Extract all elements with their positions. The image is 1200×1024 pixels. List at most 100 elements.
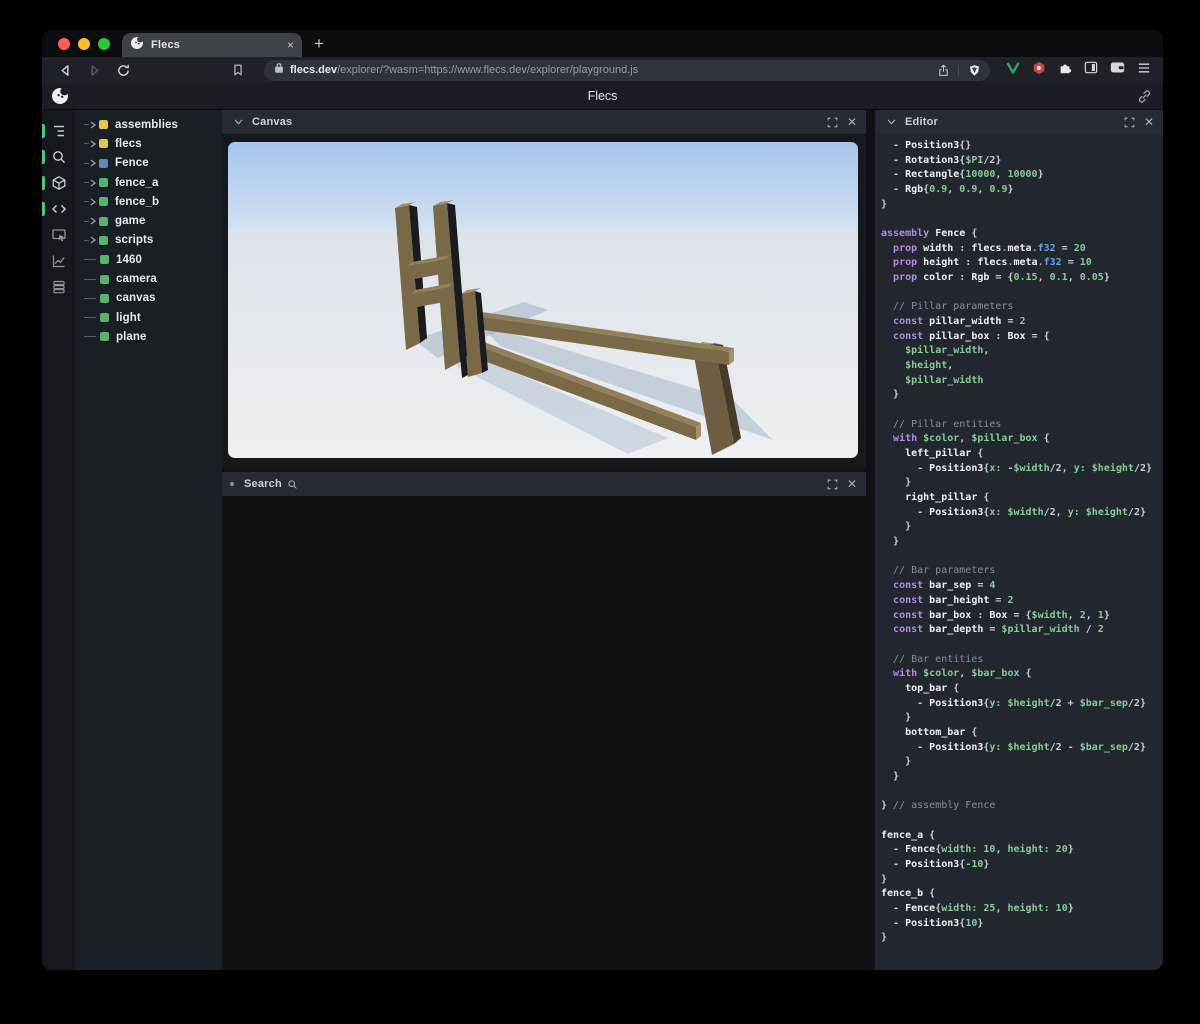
close-window-button[interactable] <box>58 37 70 50</box>
code-line: - Position3{x: $width/2, y: $height/2} <box>881 506 1146 518</box>
tree-connector <box>84 336 96 338</box>
code-editor[interactable]: - Position3{} - Rotation3{$PI/2} - Recta… <box>875 134 1163 970</box>
tree-connector <box>84 201 89 203</box>
inspect-icon[interactable] <box>42 222 75 248</box>
extensions-puzzle-icon[interactable] <box>1058 61 1072 80</box>
chevron-right-icon[interactable] <box>90 154 97 172</box>
chevron-right-icon[interactable] <box>90 116 97 134</box>
new-tab-button[interactable]: + <box>314 34 324 54</box>
panel-gutter <box>866 110 875 970</box>
close-panel-icon[interactable]: ✕ <box>847 478 857 490</box>
code-line: const bar_box : Box = {$width, 2, 1} <box>893 609 1110 621</box>
stats-icon[interactable] <box>42 248 75 274</box>
tree-item[interactable]: light <box>75 308 222 327</box>
entity-kind-square <box>99 120 108 130</box>
fullscreen-icon[interactable] <box>1122 114 1138 130</box>
code-line: left_pillar { <box>905 448 984 460</box>
search-body[interactable] <box>222 496 866 970</box>
chevron-right-icon[interactable] <box>90 174 97 192</box>
outliner-icon[interactable] <box>42 118 75 144</box>
tab-close-icon[interactable]: × <box>287 39 294 51</box>
reload-icon[interactable] <box>114 61 132 79</box>
tree-item[interactable]: camera <box>75 269 222 288</box>
brave-shield-icon[interactable] <box>966 62 982 78</box>
tab-favicon-flecs-logo-icon <box>130 35 144 55</box>
code-line: } <box>881 389 900 401</box>
sky <box>228 142 858 234</box>
tree-connector <box>84 278 96 280</box>
tree-item[interactable]: plane <box>75 327 222 346</box>
tree-connector <box>84 297 96 299</box>
data-icon[interactable] <box>42 274 75 300</box>
chevron-right-icon[interactable] <box>90 193 97 211</box>
code-line: // Pillar parameters <box>881 301 1014 313</box>
tree-item-label: flecs <box>115 137 142 150</box>
vue-devtools-icon[interactable] <box>1006 61 1020 79</box>
tree-item[interactable]: assemblies <box>75 115 222 134</box>
forward-icon[interactable] <box>85 61 103 79</box>
code-line: } <box>881 521 912 533</box>
tree-item-label: plane <box>116 330 147 343</box>
red-extension-icon[interactable] <box>1032 61 1046 80</box>
window-controls <box>42 30 122 57</box>
browser-tab-flecs[interactable]: Flecs × <box>122 33 302 57</box>
page-title: Flecs <box>587 89 618 103</box>
browser-window: Flecs × + flecs.dev/explorer/?wasm=https… <box>42 30 1163 970</box>
wallet-icon[interactable] <box>1110 61 1125 79</box>
browser-menu-icon[interactable] <box>1137 61 1151 79</box>
tree-item[interactable]: flecs <box>75 134 222 153</box>
minimize-window-button[interactable] <box>78 37 90 50</box>
url-bar[interactable]: flecs.dev/explorer/?wasm=https://www.fle… <box>264 59 990 81</box>
canvas-panel-title: Canvas <box>252 116 293 128</box>
code-line: - Position3{y: $height/2 - $bar_sep/2} <box>881 741 1146 753</box>
code-line: prop height : flecs.meta.f32 = 10 <box>893 257 1092 269</box>
chevron-right-icon[interactable] <box>90 231 97 249</box>
entity-kind-square <box>99 158 108 168</box>
tree-item[interactable]: fence_a <box>75 173 222 192</box>
code-icon[interactable] <box>42 196 75 222</box>
share-link-icon[interactable] <box>1137 89 1152 109</box>
tree-item[interactable]: game <box>75 211 222 230</box>
collapsed-dot-icon[interactable] <box>230 482 234 486</box>
tree-item[interactable]: scripts <box>75 231 222 250</box>
back-icon[interactable] <box>56 61 74 79</box>
entities-icon[interactable] <box>42 170 75 196</box>
code-line: - Fence{width: 10, height: 20} <box>881 844 1074 856</box>
chevron-right-icon[interactable] <box>90 135 97 153</box>
entity-kind-square <box>100 274 109 284</box>
tree-item-label: camera <box>116 273 157 286</box>
code-line: - Fence{width: 25, height: 10} <box>881 902 1074 914</box>
code-line: with $color, $pillar_box { <box>893 433 1050 445</box>
app-header: Flecs <box>42 83 1163 110</box>
share-icon[interactable] <box>935 62 951 78</box>
bookmark-icon[interactable] <box>229 61 247 79</box>
fullscreen-icon[interactable] <box>825 114 841 130</box>
zoom-window-button[interactable] <box>98 37 110 50</box>
center-column: Canvas ✕ Search ✕ <box>222 110 866 970</box>
canvas-body <box>222 134 866 468</box>
chevron-down-icon[interactable] <box>883 114 899 130</box>
code-line: - Position3{y: $height/2 + $bar_sep/2} <box>881 697 1146 709</box>
close-panel-icon[interactable]: ✕ <box>847 116 857 128</box>
flecs-logo-icon <box>50 86 70 111</box>
tree-item[interactable]: canvas <box>75 289 222 308</box>
close-panel-icon[interactable]: ✕ <box>1144 116 1154 128</box>
code-line: with $color, $bar_box { <box>893 668 1032 680</box>
tree-item[interactable]: fence_b <box>75 192 222 211</box>
sidebar-panel-icon[interactable] <box>1084 61 1098 79</box>
code-line: // Bar parameters <box>881 565 996 577</box>
tree-item[interactable]: Fence <box>75 154 222 173</box>
code-line: } <box>881 477 912 489</box>
pill-separator: | <box>957 64 960 76</box>
chevron-down-icon[interactable] <box>230 114 246 130</box>
code-line: } // assembly Fence <box>881 800 996 812</box>
extension-icons <box>1006 61 1151 80</box>
code-line: $pillar_width, <box>905 345 990 357</box>
fullscreen-icon[interactable] <box>825 476 841 492</box>
chevron-right-icon[interactable] <box>90 212 97 230</box>
3d-viewport[interactable] <box>228 142 858 458</box>
search-icon[interactable] <box>42 144 75 170</box>
tree-item[interactable]: 1460 <box>75 250 222 269</box>
